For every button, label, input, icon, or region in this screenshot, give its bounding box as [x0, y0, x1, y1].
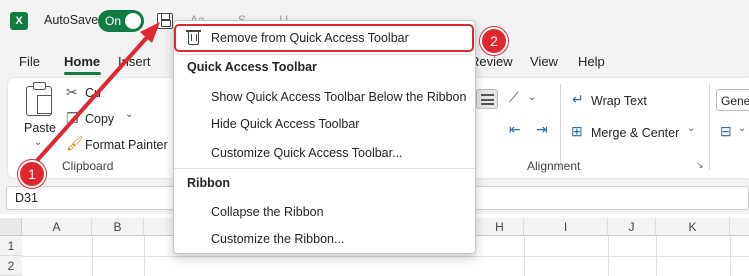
- merge-center-icon[interactable]: ⊞: [571, 123, 583, 140]
- copy-button[interactable]: Copy: [85, 112, 114, 126]
- divider: [560, 84, 561, 170]
- gridline: [656, 236, 657, 276]
- tab-file[interactable]: File: [19, 54, 40, 69]
- autosave-state: On: [105, 14, 122, 28]
- copy-icon[interactable]: ❐: [66, 110, 79, 127]
- menu-item-show-qat-below[interactable]: Show Quick Access Toolbar Below the Ribb…: [174, 85, 475, 109]
- merge-center-button[interactable]: Merge & Center: [591, 126, 679, 140]
- tab-insert[interactable]: Insert: [118, 54, 151, 69]
- menu-item-hide-qat[interactable]: Hide Quick Access Toolbar: [174, 112, 475, 136]
- tab-home[interactable]: Home: [64, 54, 100, 69]
- paste-button[interactable]: Paste: [24, 121, 56, 135]
- scissors-icon[interactable]: ✂: [66, 84, 78, 101]
- menu-section-ribbon: Ribbon: [187, 176, 231, 190]
- callout-step-1: 1: [18, 160, 46, 188]
- column-header-j[interactable]: J: [608, 218, 656, 236]
- callout-step-2: 2: [480, 27, 508, 55]
- gridline: [524, 236, 525, 276]
- chevron-down-icon[interactable]: ⌄: [528, 92, 536, 103]
- gridline: [92, 236, 93, 276]
- column-header-i[interactable]: I: [524, 218, 608, 236]
- alignment-group-label: Alignment: [527, 159, 581, 173]
- menu-divider: [174, 54, 475, 55]
- clipboard-group-label: Clipboard: [62, 159, 114, 173]
- chevron-down-icon[interactable]: ⌄: [125, 109, 133, 120]
- toggle-knob: [125, 13, 141, 29]
- tab-review[interactable]: Review: [470, 54, 513, 69]
- menu-item-label: Collapse the Ribbon: [211, 205, 324, 219]
- menu-divider: [174, 168, 475, 169]
- autosave-toggle[interactable]: On: [98, 10, 144, 32]
- align-middle-button[interactable]: [476, 89, 498, 109]
- tab-help[interactable]: Help: [578, 54, 605, 69]
- excel-logo-icon: X: [10, 12, 28, 30]
- orientation-icon[interactable]: ⟋: [509, 89, 519, 106]
- decrease-indent-icon[interactable]: ⇤: [509, 121, 521, 138]
- increase-indent-icon[interactable]: ⇥: [536, 121, 548, 138]
- menu-item-label: Customize Quick Access Toolbar...: [211, 146, 403, 160]
- format-painter-icon[interactable]: 🖌: [66, 135, 84, 152]
- chevron-down-icon[interactable]: ⌄: [34, 137, 42, 148]
- column-header-a[interactable]: A: [22, 218, 92, 236]
- menu-item-label: Hide Quick Access Toolbar: [211, 117, 360, 131]
- gridline: [608, 236, 609, 276]
- save-icon[interactable]: [157, 13, 173, 29]
- tab-view[interactable]: View: [530, 54, 558, 69]
- wrap-text-icon[interactable]: ↵: [572, 91, 584, 108]
- context-menu: Remove from Quick Access Toolbar Quick A…: [173, 20, 476, 254]
- menu-section-qat: Quick Access Toolbar: [187, 60, 317, 74]
- cut-button[interactable]: Cu: [85, 86, 101, 100]
- menu-item-customize-ribbon[interactable]: Customize the Ribbon...: [174, 227, 475, 251]
- column-header-h[interactable]: H: [476, 218, 524, 236]
- highlight-box: [174, 24, 474, 52]
- format-painter-button[interactable]: Format Painter: [85, 138, 168, 152]
- divider: [709, 84, 710, 170]
- gridline: [144, 236, 145, 276]
- row-header-1[interactable]: 1: [0, 236, 22, 256]
- chevron-down-icon[interactable]: ⌄: [738, 123, 746, 134]
- menu-item-label: Customize the Ribbon...: [211, 232, 345, 246]
- number-format-value: Gener: [721, 94, 749, 108]
- currency-icon[interactable]: ⊟: [720, 123, 732, 140]
- menu-item-collapse-ribbon[interactable]: Collapse the Ribbon: [174, 200, 475, 224]
- number-format-dropdown[interactable]: Gener: [716, 89, 749, 111]
- column-header-b[interactable]: B: [92, 218, 144, 236]
- menu-item-label: Show Quick Access Toolbar Below the Ribb…: [211, 90, 467, 104]
- gridline: [22, 256, 749, 257]
- chevron-down-icon[interactable]: ⌄: [687, 123, 695, 134]
- row-header-2[interactable]: 2: [0, 256, 22, 276]
- name-box-value: D31: [15, 191, 38, 205]
- align-lines-icon: [481, 94, 494, 105]
- paste-icon[interactable]: [26, 82, 52, 116]
- active-tab-indicator: [64, 72, 101, 75]
- gridline: [730, 236, 731, 276]
- select-all-corner[interactable]: [0, 218, 22, 236]
- autosave-label: AutoSave: [44, 13, 99, 27]
- menu-item-customize-qat[interactable]: Customize Quick Access Toolbar...: [174, 141, 475, 165]
- wrap-text-button[interactable]: Wrap Text: [591, 94, 647, 108]
- column-header-k[interactable]: K: [656, 218, 730, 236]
- dialog-launcher-icon[interactable]: ↘: [696, 160, 704, 171]
